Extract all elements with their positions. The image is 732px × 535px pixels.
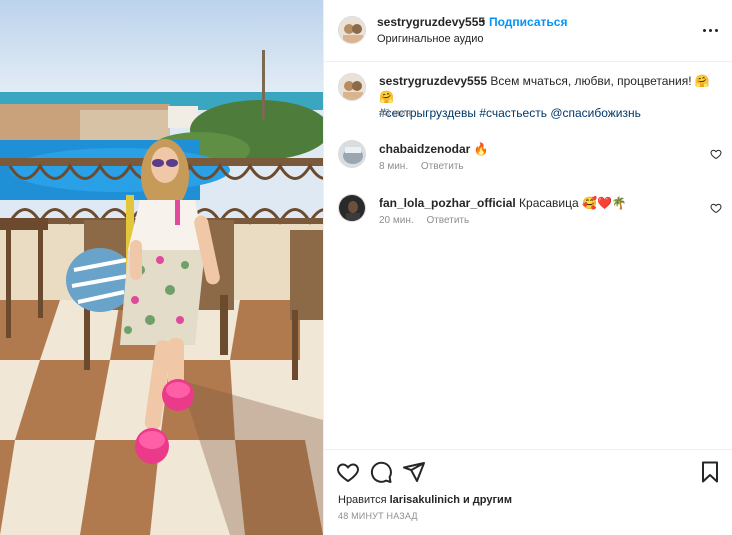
post-timestamp: 48 МИНУТ НАЗАД [338, 511, 418, 521]
send-icon[interactable] [402, 460, 426, 484]
caption-username[interactable]: sestrygruzdevy555 [379, 74, 487, 88]
comment-icon[interactable] [369, 460, 393, 484]
likes-summary: Нравится larisakulinich и другим [338, 494, 512, 506]
comment-text: chabaidzenodar 🔥 [379, 142, 489, 156]
post-panel: sestrygruzdevy555 • Подписаться Оригинал… [323, 0, 732, 535]
post-photo[interactable] [0, 0, 323, 535]
reply-button[interactable]: Ответить [421, 161, 464, 172]
reply-button[interactable]: Ответить [426, 215, 469, 226]
like-heart-icon[interactable] [336, 460, 360, 484]
caption-timestamp: 48 мин. [379, 108, 414, 119]
comment-time: 8 мин. [379, 161, 409, 172]
action-bar [324, 449, 732, 491]
separator-dot: • [481, 14, 486, 28]
hashtag-link[interactable]: #счастьесть [479, 106, 547, 120]
bookmark-icon[interactable] [698, 460, 722, 484]
comment-like-heart-icon[interactable] [710, 148, 722, 160]
author-avatar[interactable] [338, 16, 366, 44]
author-username[interactable]: sestrygruzdevy555 [377, 15, 485, 29]
caption-avatar[interactable] [338, 73, 366, 101]
caption-body: Всем мчаться, любви, процветания! [490, 74, 692, 88]
liker-username[interactable]: larisakulinich [390, 494, 460, 506]
mention-link[interactable]: @спасибожизнь [550, 106, 641, 120]
comment-item: chabaidzenodar 🔥 8 мин. Ответить [324, 140, 732, 190]
likes-prefix: Нравится [338, 494, 387, 506]
follow-button[interactable]: Подписаться [489, 15, 567, 29]
commenter-avatar[interactable] [338, 194, 366, 222]
audio-label[interactable]: Оригинальное аудио [377, 33, 484, 45]
comment-like-heart-icon[interactable] [710, 202, 722, 214]
likes-others[interactable]: и другим [463, 494, 512, 506]
comment-body: Красавица 🥰❤️🌴 [519, 196, 627, 210]
comment-meta: 20 мин. Ответить [379, 215, 469, 226]
caption-text: sestrygruzdevy555 Всем мчаться, любви, п… [379, 73, 724, 121]
comment-username[interactable]: chabaidzenodar [379, 142, 470, 156]
comment-username[interactable]: fan_lola_pozhar_official [379, 196, 516, 210]
post-photo-illustration [0, 0, 323, 535]
comment-text: fan_lola_pozhar_official Красавица 🥰❤️🌴 [379, 196, 627, 210]
post-header: sestrygruzdevy555 • Подписаться Оригинал… [324, 0, 732, 62]
more-options-icon[interactable] [698, 20, 722, 40]
comment-meta: 8 мин. Ответить [379, 161, 464, 172]
comment-time: 20 мин. [379, 215, 414, 226]
comment-body: 🔥 [473, 142, 489, 156]
commenter-avatar[interactable] [338, 140, 366, 168]
comment-item: fan_lola_pozhar_official Красавица 🥰❤️🌴 … [324, 194, 732, 244]
